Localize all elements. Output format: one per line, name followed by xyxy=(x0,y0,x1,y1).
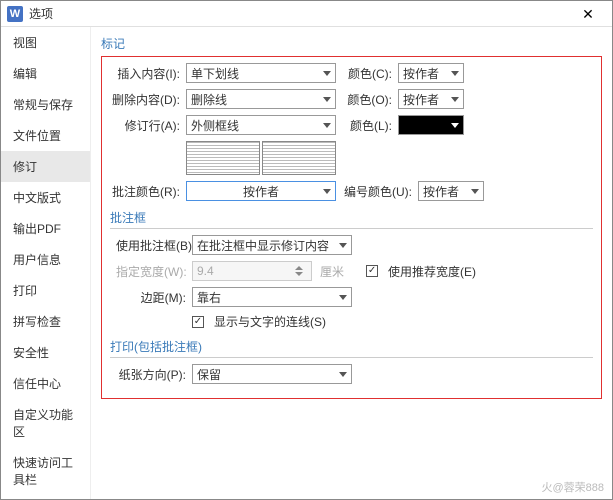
chevron-down-icon xyxy=(323,189,331,194)
sidebar-item-general-save[interactable]: 常规与保存 xyxy=(1,89,90,120)
sidebar-item-chinese-layout[interactable]: 中文版式 xyxy=(1,182,90,213)
insert-select[interactable]: 单下划线 xyxy=(186,63,336,83)
use-balloon-select[interactable]: 在批注框中显示修订内容 xyxy=(192,235,352,255)
chevron-down-icon xyxy=(323,123,331,128)
sidebar-item-edit[interactable]: 编辑 xyxy=(1,58,90,89)
connect-checkbox[interactable] xyxy=(192,316,204,328)
content-pane: 标记 插入内容(I): 单下划线 颜色(C): 按作者 删除内容(D): 删除线… xyxy=(91,27,612,499)
revline-value: 外侧框线 xyxy=(191,117,239,134)
margin-value: 靠右 xyxy=(197,289,221,306)
insert-value: 单下划线 xyxy=(191,65,239,82)
margin-label: 边距(M): xyxy=(116,289,186,306)
chevron-down-icon xyxy=(339,295,347,300)
delete-select[interactable]: 删除线 xyxy=(186,89,336,109)
margin-select[interactable]: 靠右 xyxy=(192,287,352,307)
chevron-down-icon xyxy=(339,243,347,248)
chevron-down-icon xyxy=(323,97,331,102)
preview-right xyxy=(262,141,336,175)
preview-left xyxy=(186,141,260,175)
watermark: 火@蓉荣888 xyxy=(541,479,604,495)
chevron-down-icon xyxy=(451,97,459,102)
insert-label: 插入内容(I): xyxy=(110,65,180,82)
orient-label: 纸张方向(P): xyxy=(116,366,186,383)
window-title: 选项 xyxy=(29,5,53,22)
options-dialog: W 选项 ✕ 视图 编辑 常规与保存 文件位置 修订 中文版式 输出PDF 用户… xyxy=(0,0,613,500)
orient-select[interactable]: 保留 xyxy=(192,364,352,384)
sidebar-item-spellcheck[interactable]: 拼写检查 xyxy=(1,306,90,337)
delete-value: 删除线 xyxy=(191,91,227,108)
titlebar: W 选项 ✕ xyxy=(1,1,612,27)
sidebar-item-customize-ribbon[interactable]: 自定义功能区 xyxy=(1,399,90,447)
delete-color-select[interactable]: 按作者 xyxy=(398,89,464,109)
sidebar-item-revision[interactable]: 修订 xyxy=(1,151,90,182)
revline-select[interactable]: 外侧框线 xyxy=(186,115,336,135)
use-balloon-value: 在批注框中显示修订内容 xyxy=(197,237,329,254)
chevron-down-icon xyxy=(451,71,459,76)
sidebar: 视图 编辑 常规与保存 文件位置 修订 中文版式 输出PDF 用户信息 打印 拼… xyxy=(1,27,91,499)
sidebar-item-user-info[interactable]: 用户信息 xyxy=(1,244,90,275)
delete-color-value: 按作者 xyxy=(403,91,439,108)
chevron-down-icon xyxy=(451,123,459,128)
close-button[interactable]: ✕ xyxy=(570,3,606,25)
print-title: 打印(包括批注框) xyxy=(110,338,593,355)
revline-color-label: 颜色(L): xyxy=(342,117,392,134)
width-unit: 厘米 xyxy=(320,263,344,280)
app-icon: W xyxy=(7,6,23,22)
connect-label: 显示与文字的连线(S) xyxy=(214,313,326,330)
sidebar-item-quick-access[interactable]: 快速访问工具栏 xyxy=(1,447,90,495)
sidebar-item-file-location[interactable]: 文件位置 xyxy=(1,120,90,151)
revline-color-select[interactable] xyxy=(398,115,464,135)
chevron-down-icon xyxy=(323,71,331,76)
revcolor-select[interactable]: 按作者 xyxy=(186,181,336,201)
preview-box xyxy=(186,141,336,175)
balloon-title: 批注框 xyxy=(110,209,593,226)
revline-label: 修订行(A): xyxy=(110,117,180,134)
spinner-icon[interactable] xyxy=(295,266,307,276)
width-value: 9.4 xyxy=(197,264,214,278)
section-marks-title: 标记 xyxy=(101,35,602,52)
width-input[interactable]: 9.4 xyxy=(192,261,312,281)
rec-width-checkbox[interactable] xyxy=(366,265,378,277)
chevron-down-icon xyxy=(339,372,347,377)
sidebar-item-security[interactable]: 安全性 xyxy=(1,337,90,368)
highlight-box: 插入内容(I): 单下划线 颜色(C): 按作者 删除内容(D): 删除线 颜色… xyxy=(101,56,602,399)
insert-color-value: 按作者 xyxy=(403,65,439,82)
sidebar-item-print[interactable]: 打印 xyxy=(1,275,90,306)
delete-color-label: 颜色(O): xyxy=(342,91,392,108)
use-balloon-label: 使用批注框(B): xyxy=(116,237,186,254)
chevron-down-icon xyxy=(471,189,479,194)
insert-color-label: 颜色(C): xyxy=(342,65,392,82)
sidebar-item-view[interactable]: 视图 xyxy=(1,27,90,58)
rec-width-label: 使用推荐宽度(E) xyxy=(388,263,476,280)
sidebar-item-output-pdf[interactable]: 输出PDF xyxy=(1,213,90,244)
sidebar-item-trust-center[interactable]: 信任中心 xyxy=(1,368,90,399)
revcolor-value: 按作者 xyxy=(243,183,279,200)
numcolor-select[interactable]: 按作者 xyxy=(418,181,484,201)
revcolor-label: 批注颜色(R): xyxy=(110,183,180,200)
width-label: 指定宽度(W): xyxy=(116,263,186,280)
delete-label: 删除内容(D): xyxy=(110,91,180,108)
orient-value: 保留 xyxy=(197,366,221,383)
numcolor-value: 按作者 xyxy=(423,183,459,200)
insert-color-select[interactable]: 按作者 xyxy=(398,63,464,83)
numcolor-label: 编号颜色(U): xyxy=(342,183,412,200)
